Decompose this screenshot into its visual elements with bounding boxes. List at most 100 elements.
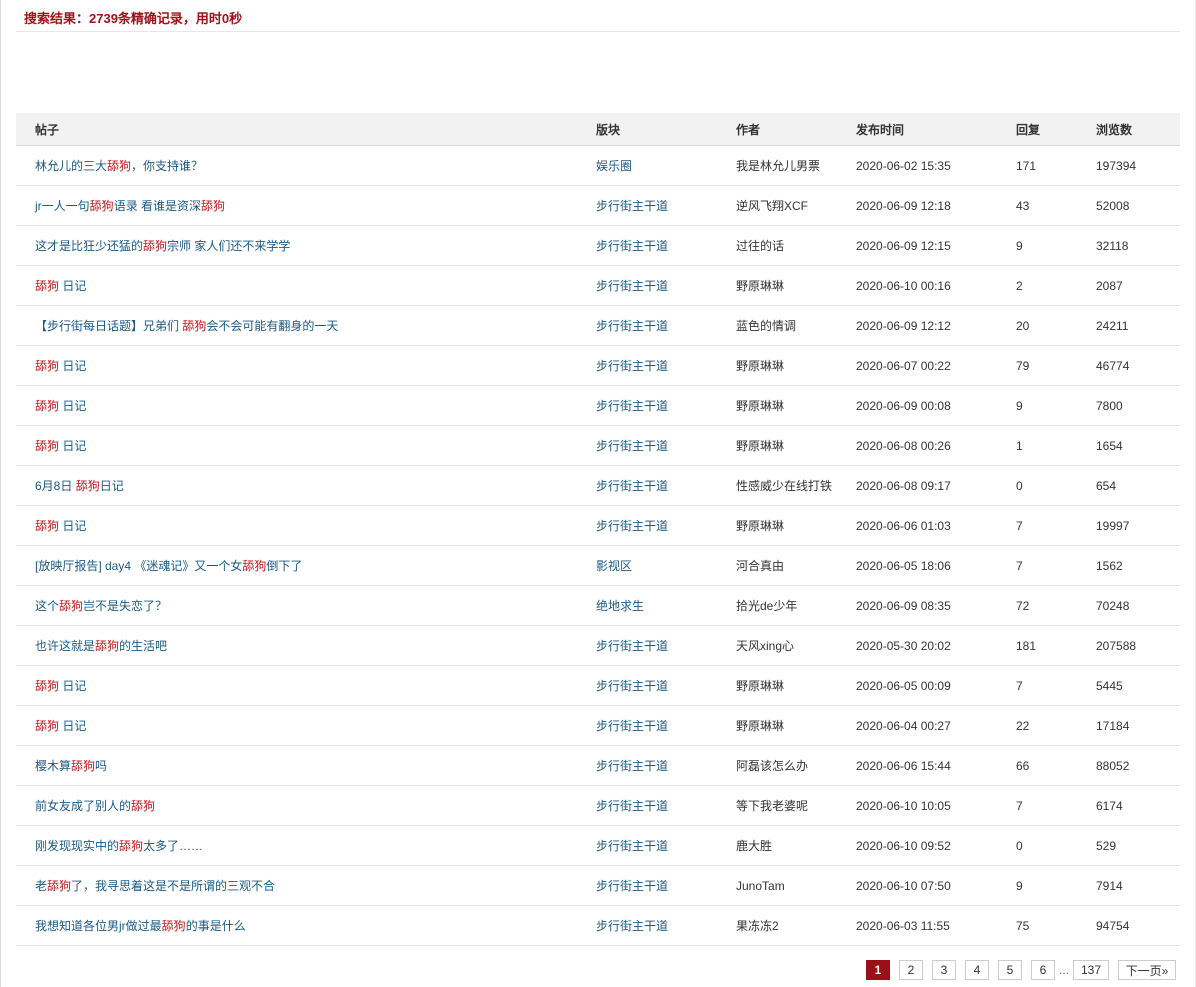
board-link[interactable]: 步行街主干道	[596, 719, 668, 733]
view-count: 2087	[1096, 278, 1123, 293]
board-link[interactable]: 步行街主干道	[596, 839, 668, 853]
keyword-highlight: 舔狗	[35, 279, 60, 293]
post-title-link[interactable]: 林允儿的三大舔狗，你支持谁？	[35, 159, 203, 173]
view-count: 32118	[1096, 238, 1129, 253]
posts-table: 帖子 版块 作者 发布时间 回复 浏览数 林允儿的三大舔狗，你支持谁？ 娱乐圈 我是…	[16, 113, 1180, 946]
keyword-highlight: 舔狗	[89, 199, 114, 213]
post-title-text: 日记	[59, 519, 87, 533]
post-title-link[interactable]: 樱木算舔狗吗	[35, 759, 107, 773]
board-link-cell: 步行街主干道	[596, 745, 736, 786]
post-cell: 6月8日 舔狗日记	[16, 465, 596, 506]
keyword-highlight: 舔狗	[35, 359, 60, 373]
view-count-cell: 70248	[1096, 585, 1180, 626]
board-link[interactable]: 步行街主干道	[596, 359, 668, 373]
board-link[interactable]: 步行街主干道	[596, 919, 668, 933]
board-link-cell: 影视区	[596, 545, 736, 586]
post-title-link[interactable]: jr一人一句舔狗语录 看谁是资深舔狗	[35, 199, 225, 213]
post-cell: 刚发现现实中的舔狗太多了……	[16, 825, 596, 866]
page-button-4[interactable]: 4	[964, 960, 989, 980]
board-link[interactable]: 步行街主干道	[596, 399, 668, 413]
post-title-link[interactable]: 前女友成了别人的舔狗	[35, 799, 155, 813]
keyword-highlight: 舔狗	[201, 199, 226, 213]
author-name-cell: 野原琳琳	[736, 385, 856, 426]
post-title-link[interactable]: 舔狗 日记	[35, 359, 86, 373]
author-name-cell: 等下我老婆呢	[736, 785, 856, 826]
post-title-link[interactable]: 舔狗 日记	[35, 679, 86, 693]
post-title-link[interactable]: 6月8日 舔狗日记	[35, 479, 124, 493]
board-link[interactable]: 步行街主干道	[596, 199, 668, 213]
board-link-cell: 步行街主干道	[596, 825, 736, 866]
page-button-6[interactable]: 6	[1030, 960, 1055, 980]
reply-count: 22	[1016, 718, 1030, 733]
board-link[interactable]: 步行街主干道	[596, 639, 668, 653]
post-title-link[interactable]: 也许这就是舔狗的生活吧	[35, 639, 167, 653]
author-name: 河合真由	[736, 559, 785, 573]
post-title-link[interactable]: 【步行街每日话题】兄弟们 舔狗会不会可能有翻身的一天	[35, 319, 338, 333]
post-title-text: 老	[35, 879, 48, 893]
post-time: 2020-06-10 07:50	[856, 878, 951, 893]
post-title-link[interactable]: 我想知道各位男jr做过最舔狗的事是什么	[35, 919, 246, 933]
board-link[interactable]: 步行街主干道	[596, 319, 668, 333]
post-cell: 老舔狗了，我寻思着这是不是所谓的三观不合	[16, 865, 596, 906]
author-name-cell: 河合真由	[736, 545, 856, 586]
view-count-cell: 32118	[1096, 225, 1180, 266]
view-count: 94754	[1096, 918, 1130, 933]
reply-count: 7	[1016, 798, 1023, 813]
keyword-highlight: 舔狗	[59, 599, 84, 613]
board-link[interactable]: 步行街主干道	[596, 519, 668, 533]
view-count: 52008	[1096, 198, 1130, 213]
post-time: 2020-06-05 00:09	[856, 678, 951, 693]
board-link-cell: 步行街主干道	[596, 385, 736, 426]
post-title-link[interactable]: 这个舔狗岂不是失恋了？	[35, 599, 167, 613]
post-title-link[interactable]: 舔狗 日记	[35, 399, 86, 413]
board-link[interactable]: 步行街主干道	[596, 759, 668, 773]
board-link[interactable]: 绝地求生	[596, 599, 644, 613]
board-link-cell: 步行街主干道	[596, 705, 736, 746]
board-link[interactable]: 步行街主干道	[596, 799, 668, 813]
board-link-cell: 步行街主干道	[596, 225, 736, 266]
reply-count: 0	[1016, 478, 1023, 493]
board-link[interactable]: 娱乐圈	[596, 159, 632, 173]
board-link[interactable]: 步行街主干道	[596, 479, 668, 493]
post-title-link[interactable]: 刚发现现实中的舔狗太多了……	[35, 839, 203, 853]
board-link[interactable]: 步行街主干道	[596, 239, 668, 253]
board-link[interactable]: 步行街主干道	[596, 279, 668, 293]
post-time: 2020-05-30 20:02	[856, 638, 951, 653]
table-row: 【步行街每日话题】兄弟们 舔狗会不会可能有翻身的一天 步行街主干道 蓝色的情调 202…	[16, 305, 1180, 346]
page-button-1[interactable]: 1	[865, 960, 890, 980]
post-time-cell: 2020-06-05 00:09	[856, 665, 1016, 706]
next-page-button[interactable]: 下一页»	[1118, 960, 1176, 980]
post-title-text: 太多了……	[143, 839, 204, 853]
board-link-cell: 步行街主干道	[596, 305, 736, 346]
page-button-2[interactable]: 2	[898, 960, 923, 980]
author-name: 蓝色的情调	[736, 319, 797, 333]
post-title-link[interactable]: 舔狗 日记	[35, 439, 86, 453]
post-title-text: 的生活吧	[119, 639, 168, 653]
post-title-link[interactable]: 舔狗 日记	[35, 719, 86, 733]
post-title-link[interactable]: 舔狗 日记	[35, 519, 86, 533]
page-button-last[interactable]: 137	[1073, 960, 1109, 980]
post-title-link[interactable]: 老舔狗了，我寻思着这是不是所谓的三观不合	[35, 879, 275, 893]
view-count-cell: 19997	[1096, 505, 1180, 546]
board-link[interactable]: 步行街主干道	[596, 679, 668, 693]
post-time-cell: 2020-06-06 01:03	[856, 505, 1016, 546]
author-name: 我是林允儿男票	[736, 159, 821, 173]
keyword-highlight: 舔狗	[47, 879, 72, 893]
post-title-text: 刚发现现实中的	[35, 839, 120, 853]
table-row: 舔狗 日记 步行街主干道 野原琳琳 2020-06-04 00:27 22 17184	[16, 705, 1180, 746]
board-link-cell: 绝地求生	[596, 585, 736, 626]
post-title-link[interactable]: 这才是比狂少还猛的舔狗宗师 家人们还不来学学	[35, 239, 290, 253]
view-count: 197394	[1096, 158, 1137, 173]
post-title-link[interactable]: 舔狗 日记	[35, 279, 86, 293]
post-cell: 【步行街每日话题】兄弟们 舔狗会不会可能有翻身的一天	[16, 305, 596, 346]
board-link[interactable]: 步行街主干道	[596, 439, 668, 453]
table-row: 这个舔狗岂不是失恋了？ 绝地求生 拾光de少年 2020-06-09 08:35 72 7…	[16, 585, 1180, 626]
page-button-5[interactable]: 5	[997, 960, 1022, 980]
post-title-link[interactable]: [放映厅报告] day4 《迷魂记》又一个女舔狗倒下了	[35, 559, 302, 573]
table-row: 舔狗 日记 步行街主干道 野原琳琳 2020-06-10 00:16 2 2087	[16, 265, 1180, 306]
reply-count-cell: 7	[1016, 665, 1096, 706]
board-link[interactable]: 影视区	[596, 559, 632, 573]
board-link[interactable]: 步行街主干道	[596, 879, 668, 893]
keyword-highlight: 舔狗	[242, 559, 267, 573]
page-button-3[interactable]: 3	[931, 960, 956, 980]
